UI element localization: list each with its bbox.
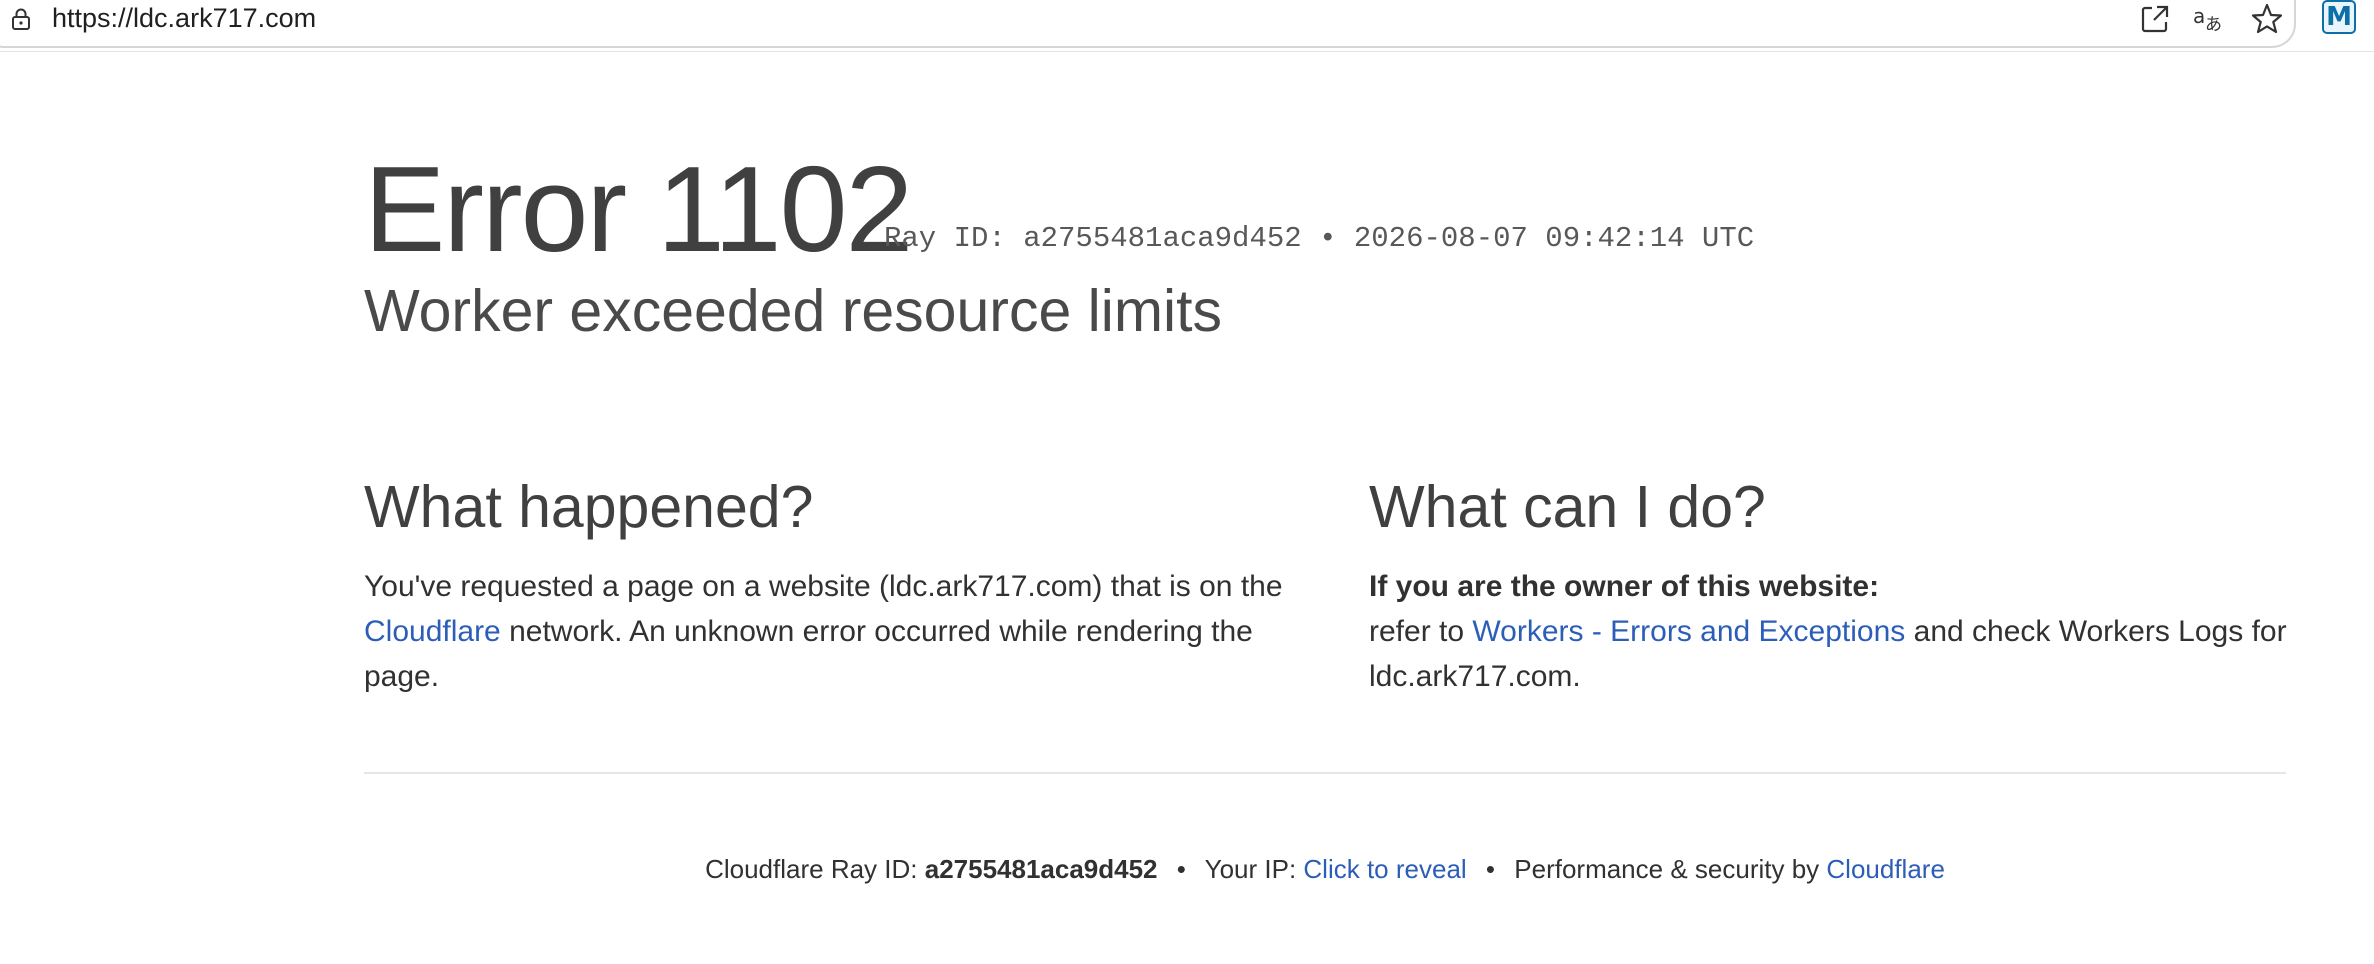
svg-text:a: a [2193,4,2205,28]
footer-cloudflare-link[interactable]: Cloudflare [1826,854,1945,884]
translate-icon[interactable]: a あ [2192,2,2226,36]
footer-bullet: • [1176,854,1186,884]
what-happened-heading: What happened? [364,474,814,540]
favorite-star-icon[interactable] [2250,2,2284,36]
footer: Cloudflare Ray ID: a2755481aca9d452 • Yo… [364,852,2286,886]
what-happened-section: What happened? You've requested a page o… [364,472,1294,699]
url-field[interactable] [0,0,2296,48]
divider [364,772,2286,774]
footer-perf-label: Performance & security by [1514,854,1827,884]
error-subtitle: Worker exceeded resource limits [364,278,1223,344]
footer-ray-id: a2755481aca9d452 [924,854,1158,884]
reveal-ip-link[interactable]: Click to reveal [1303,854,1466,884]
ray-id-timestamp: Ray ID: a2755481aca9d452 • 2026-08-07 09… [884,222,1755,255]
what-happened-text: You've requested a page on a website (ld… [364,570,1283,693]
profile-extension-icon[interactable]: M [2322,0,2356,34]
browser-address-bar: https://ldc.ark717.com a あ M [0,0,2374,52]
workers-errors-link[interactable]: Workers - Errors and Exceptions [1472,615,1905,648]
owner-label: If you are the owner of this website: [1369,570,1880,603]
footer-bullet: • [1485,854,1496,884]
svg-text:あ: あ [2205,15,2222,35]
cloudflare-link[interactable]: Cloudflare [364,615,501,648]
lock-icon[interactable] [8,6,34,32]
footer-ray-label: Cloudflare Ray ID: [705,854,925,884]
footer-ip-label: Your IP: [1204,854,1304,884]
what-can-i-do-text: If you are the owner of this website: ref… [1369,564,2289,699]
what-can-i-do-heading: What can I do? [1369,474,1766,540]
error-title: Error 1102 [364,141,913,277]
open-in-app-icon[interactable] [2138,2,2172,36]
url-text[interactable]: https://ldc.ark717.com [52,1,316,35]
what-can-i-do-section: What can I do? If you are the owner of t… [1369,472,2289,699]
